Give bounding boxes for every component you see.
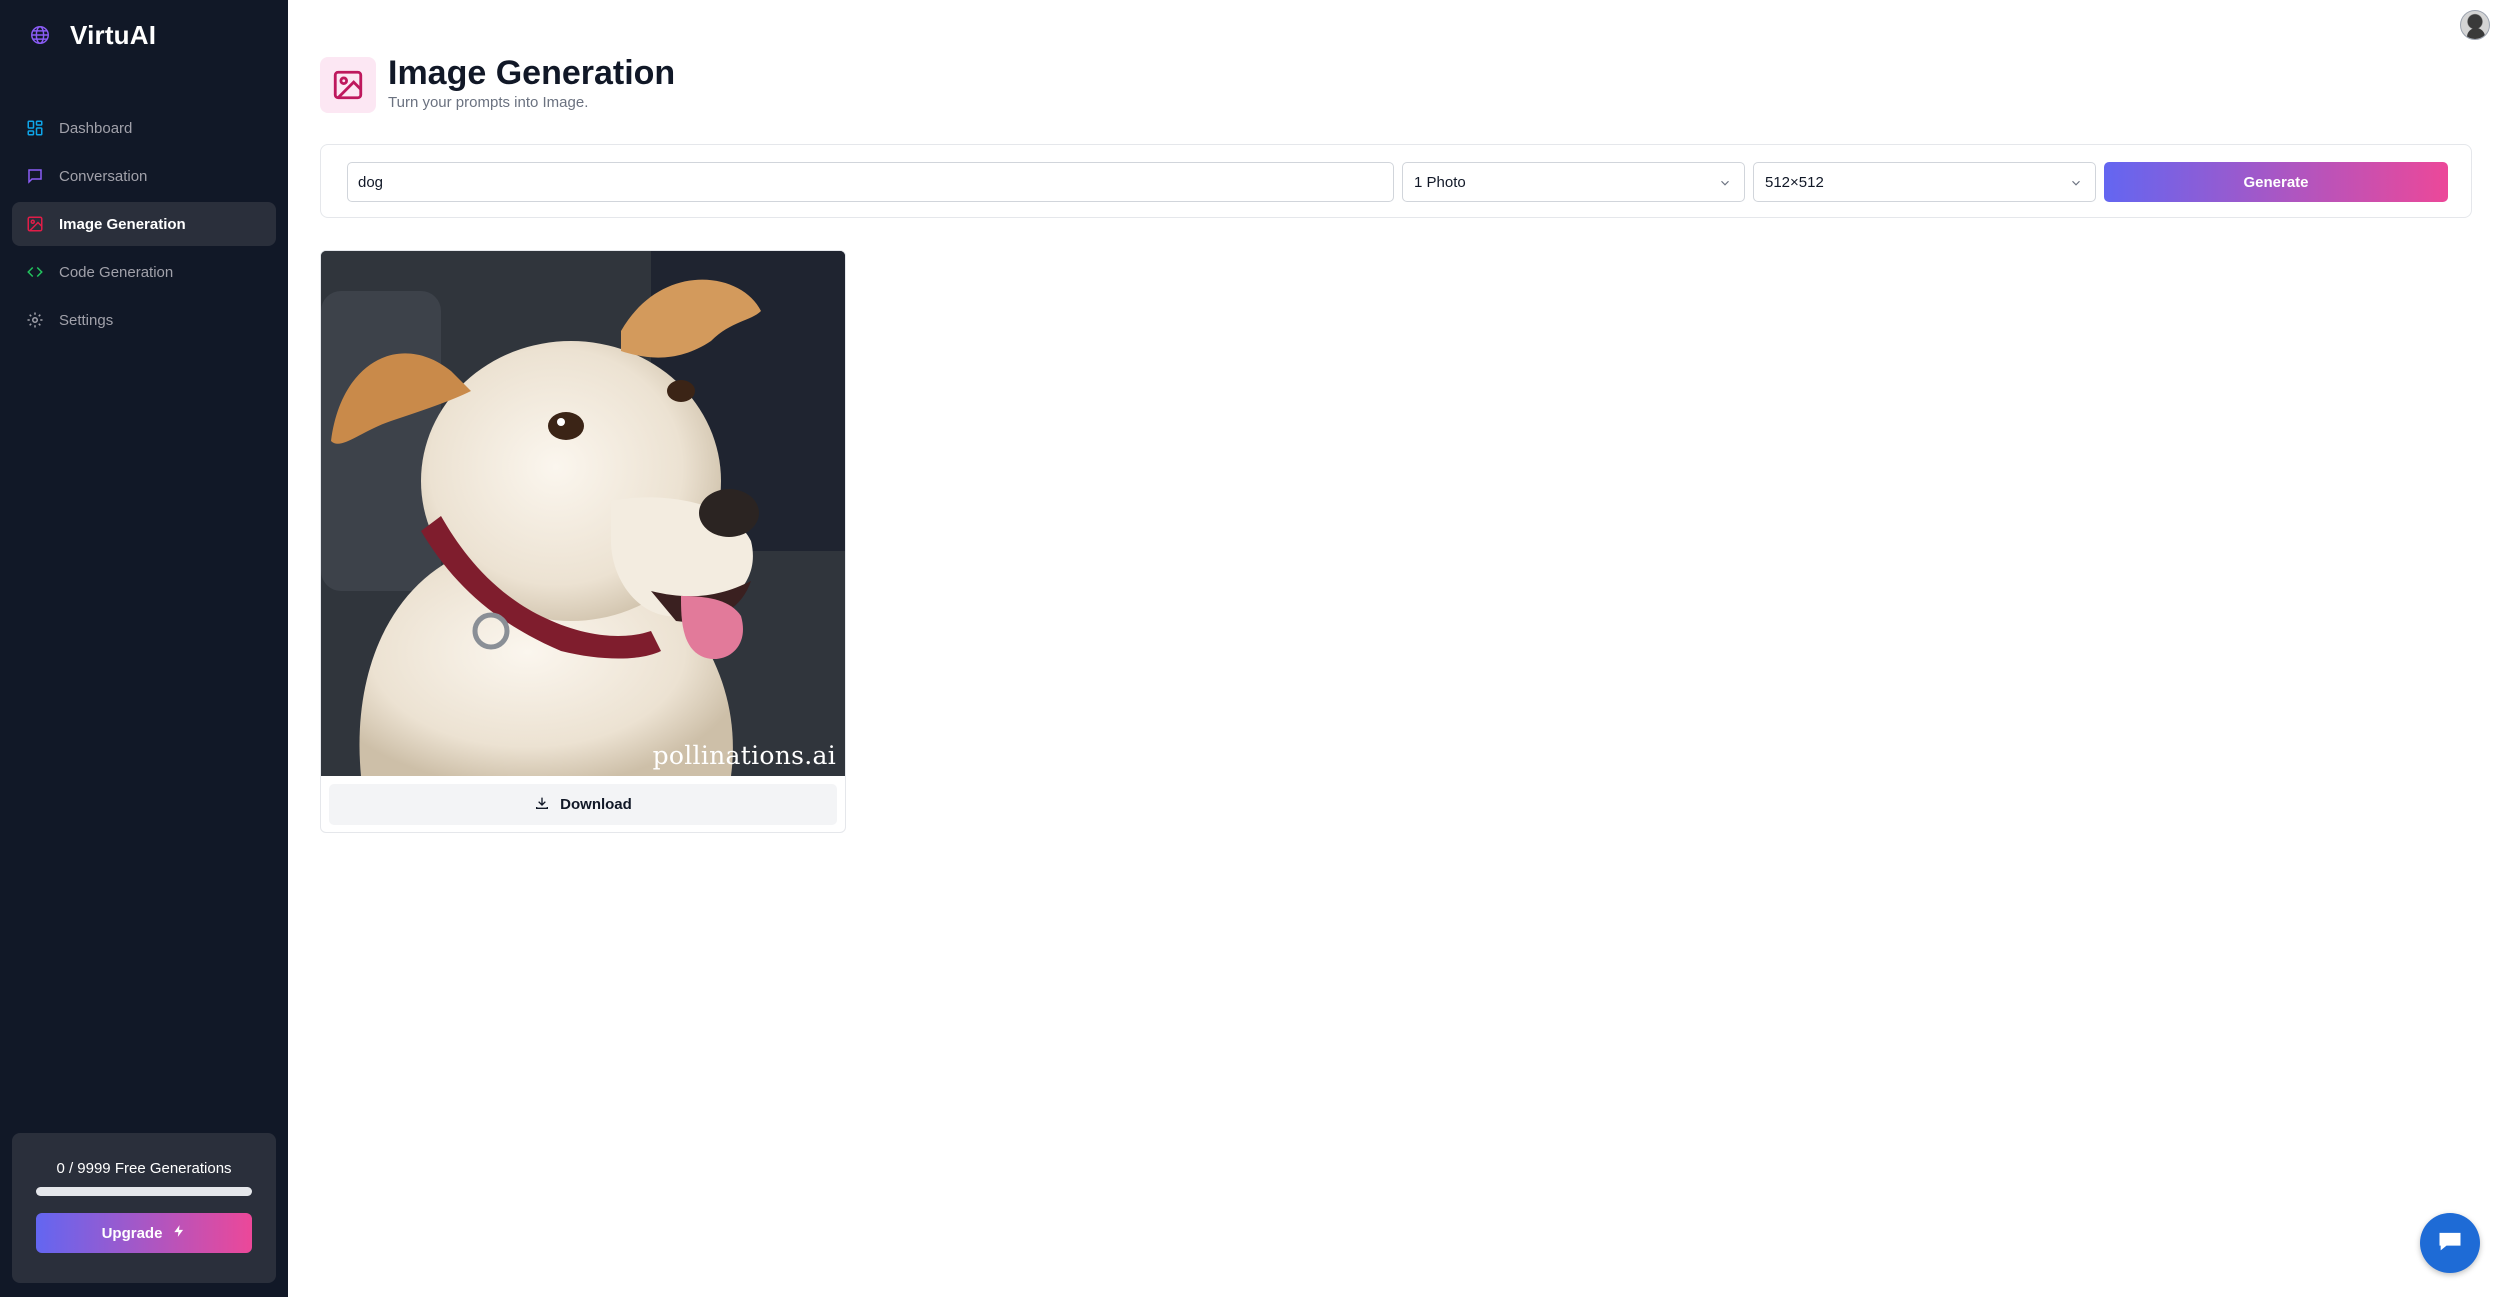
- sidebar-item-label: Image Generation: [59, 215, 186, 233]
- gear-icon: [25, 310, 45, 330]
- sidebar-item-label: Conversation: [59, 167, 148, 185]
- sidebar-item-label: Settings: [59, 311, 114, 329]
- code-icon: [25, 262, 45, 282]
- download-icon: [534, 795, 550, 815]
- resolution-select-value: 512×512: [1765, 173, 1824, 191]
- download-button[interactable]: Download: [329, 784, 837, 825]
- chevron-down-icon: [1718, 176, 1732, 190]
- sidebar-item-label: Code Generation: [59, 263, 174, 281]
- resolution-select[interactable]: 512×512: [1753, 162, 2096, 202]
- sidebar-item-dashboard[interactable]: Dashboard: [12, 106, 276, 150]
- dashboard-icon: [25, 118, 45, 138]
- lightning-icon: [172, 1223, 186, 1243]
- download-button-label: Download: [560, 796, 632, 813]
- upgrade-button[interactable]: Upgrade: [36, 1213, 252, 1253]
- free-generations-card: 0 / 9999 Free Generations Upgrade: [12, 1133, 276, 1283]
- image-icon: [25, 214, 45, 234]
- logo[interactable]: VirtuAI: [28, 18, 156, 52]
- sidebar-nav: Dashboard Conversation Image Generation: [12, 106, 276, 346]
- chevron-down-icon: [2069, 176, 2083, 190]
- generated-image-card: pollinations.ai Download: [320, 250, 846, 833]
- app-name: VirtuAI: [70, 19, 157, 50]
- amount-select[interactable]: 1 Photo: [1402, 162, 1745, 202]
- user-avatar[interactable]: [2460, 10, 2490, 40]
- free-generations-progress: [36, 1187, 252, 1196]
- globe-logo-icon: [28, 18, 52, 52]
- generated-image: pollinations.ai: [321, 251, 845, 776]
- sidebar-item-code-generation[interactable]: Code Generation: [12, 250, 276, 294]
- sidebar-item-label: Dashboard: [59, 119, 133, 137]
- sidebar: VirtuAI Dashboard Conversation Image Gen…: [0, 0, 288, 1297]
- image-watermark: pollinations.ai: [652, 741, 836, 770]
- sidebar-item-settings[interactable]: Settings: [12, 298, 276, 342]
- amount-select-value: 1 Photo: [1414, 173, 1466, 191]
- sidebar-item-conversation[interactable]: Conversation: [12, 154, 276, 198]
- sidebar-item-image-generation[interactable]: Image Generation: [12, 202, 276, 246]
- chat-support-button[interactable]: [2420, 1213, 2480, 1273]
- upgrade-button-label: Upgrade: [101, 1224, 163, 1242]
- image-generation-header-icon: [320, 57, 376, 113]
- chat-bubble-icon: [25, 166, 45, 186]
- prompt-input[interactable]: [347, 162, 1394, 202]
- free-generations-count: 0 / 9999 Free Generations: [56, 1160, 232, 1177]
- page-subtitle: Turn your prompts into Image.: [388, 94, 589, 111]
- page-title: Image Generation: [388, 54, 676, 92]
- generate-button[interactable]: Generate: [2104, 162, 2448, 202]
- prompt-form: 1 Photo 512×512 Generate: [320, 144, 2472, 218]
- chat-icon: [2435, 1227, 2465, 1260]
